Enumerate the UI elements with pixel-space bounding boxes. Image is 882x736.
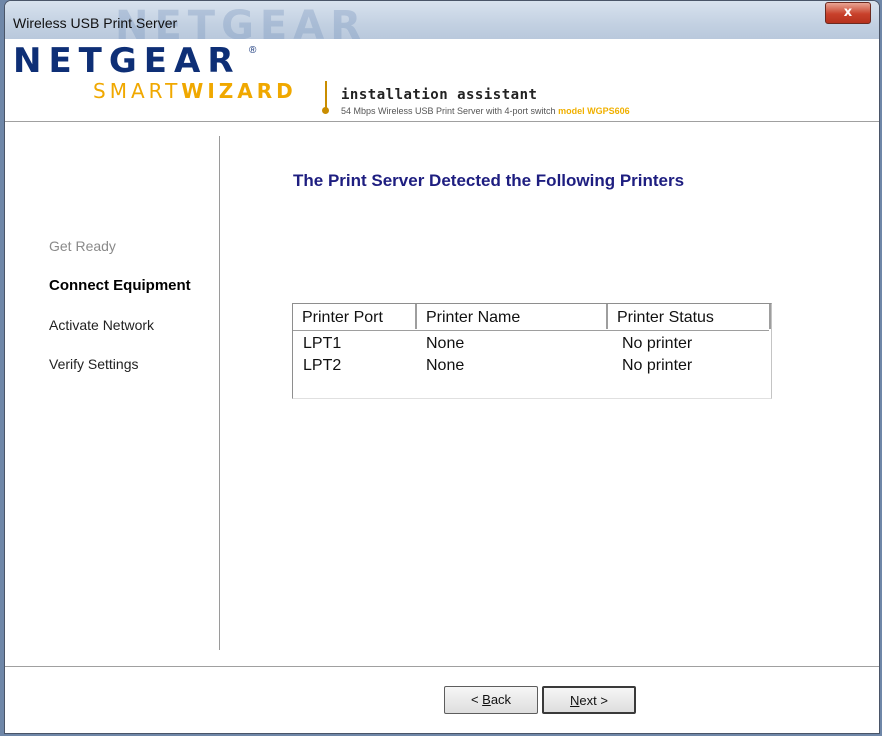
- cell-printer-status: No printer: [622, 335, 693, 352]
- back-button-rest: ack: [490, 692, 512, 707]
- cell-printer-port: LPT1: [303, 335, 342, 352]
- cell-printer-name: None: [426, 357, 465, 374]
- step-connect-equipment: Connect Equipment: [49, 277, 191, 294]
- logo-dot-icon: [322, 107, 329, 114]
- cell-printer-status: No printer: [622, 357, 693, 374]
- step-verify-settings: Verify Settings: [49, 356, 139, 372]
- back-button-prefix: <: [470, 692, 483, 707]
- step-get-ready: Get Ready: [49, 238, 116, 254]
- table-header: Printer Port Printer Name Printer Status: [293, 304, 771, 331]
- sidebar-divider: [219, 136, 220, 650]
- back-button-mnemonic: B: [482, 692, 491, 707]
- product-description-text: 54 Mbps Wireless USB Print Server with 4…: [341, 106, 556, 116]
- title-bar[interactable]: NETGEAR Wireless USB Print Server x: [5, 1, 879, 49]
- step-activate-network: Activate Network: [49, 317, 155, 333]
- cell-printer-port: LPT2: [303, 357, 342, 374]
- product-description: 54 Mbps Wireless USB Print Server with 4…: [341, 106, 630, 116]
- cell-printer-name: None: [426, 335, 465, 352]
- table-row[interactable]: LPT2 None No printer: [293, 355, 769, 377]
- column-header-printer-name[interactable]: Printer Name: [417, 304, 608, 329]
- next-button[interactable]: Next >: [542, 686, 636, 714]
- page-title: The Print Server Detected the Following …: [293, 171, 685, 190]
- smartwizard-light: SMART: [93, 79, 182, 103]
- back-button[interactable]: < Back: [444, 686, 538, 714]
- next-button-mnemonic: N: [570, 693, 580, 708]
- column-header-printer-status[interactable]: Printer Status: [608, 304, 771, 329]
- printers-table[interactable]: Printer Port Printer Name Printer Status…: [292, 303, 772, 399]
- smartwizard-logo: SMARTWIZARD: [93, 79, 297, 103]
- installer-window: NETGEAR Wireless USB Print Server x NETG…: [4, 0, 880, 734]
- next-button-rest: ext >: [579, 693, 608, 708]
- tagline: installation assistant: [341, 87, 538, 103]
- model-label: model WGPS606: [558, 106, 630, 116]
- close-icon[interactable]: x: [825, 2, 871, 24]
- smartwizard-bold: WIZARD: [181, 79, 297, 103]
- footer-divider: [5, 666, 879, 667]
- table-row[interactable]: LPT1 None No printer: [293, 333, 769, 355]
- netgear-logo: NETGEAR: [13, 41, 241, 81]
- window-title: Wireless USB Print Server: [13, 15, 178, 31]
- registered-mark: ®: [249, 45, 257, 56]
- column-header-printer-port[interactable]: Printer Port: [293, 304, 417, 329]
- brand-header: NETGEAR ® SMARTWIZARD installation assis…: [5, 39, 879, 122]
- logo-divider: [325, 81, 327, 109]
